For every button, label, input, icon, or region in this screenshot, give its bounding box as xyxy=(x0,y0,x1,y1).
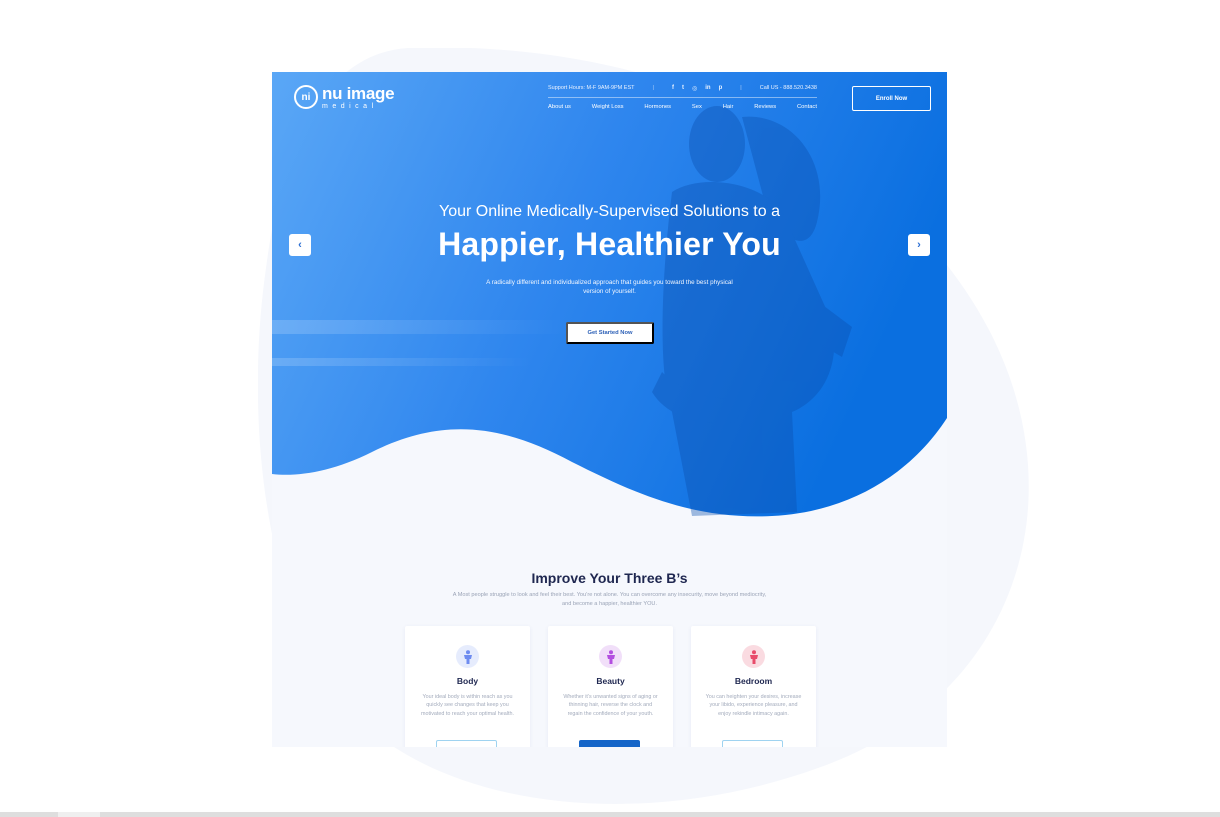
divider: | xyxy=(652,85,654,91)
nav-item-sex[interactable]: Sex xyxy=(692,104,702,110)
card-body: Body Your ideal body is within reach as … xyxy=(405,626,530,747)
person-icon xyxy=(599,645,622,668)
nav-item-weight-loss[interactable]: Weight Loss xyxy=(592,104,624,110)
card-title: Body xyxy=(456,676,479,686)
card-button[interactable] xyxy=(436,740,497,747)
hero-description: A radically different and individualized… xyxy=(486,279,733,295)
hero-section: ni nu image medical Support Hours: M-F 9… xyxy=(272,72,947,532)
instagram-icon[interactable]: ◎ xyxy=(692,85,697,92)
nav-item-about[interactable]: About us xyxy=(548,104,571,110)
horizontal-scrollbar-track[interactable] xyxy=(0,812,1220,817)
horizontal-scrollbar-thumb[interactable] xyxy=(58,812,100,817)
main-nav: About us Weight Loss Hormones Sex Hair R… xyxy=(548,104,817,110)
enroll-button[interactable]: Enroll Now xyxy=(852,86,931,111)
hero-subtitle: Your Online Medically-Supervised Solutio… xyxy=(439,203,780,220)
site-logo[interactable]: ni nu image medical xyxy=(294,82,395,112)
get-started-button[interactable]: Get Started Now xyxy=(566,322,654,344)
divider: | xyxy=(740,85,742,91)
utility-bar: Support Hours: M-F 9AM-9PM EST | f t ◎ i… xyxy=(548,82,817,94)
card-text: Your ideal body is within reach as you q… xyxy=(421,694,514,717)
logo-subtitle: medical xyxy=(322,102,378,110)
linkedin-icon[interactable]: in xyxy=(705,85,710,92)
nav-item-contact[interactable]: Contact xyxy=(797,104,817,110)
nav-item-hormones[interactable]: Hormones xyxy=(644,104,671,110)
utility-divider-line xyxy=(548,97,817,98)
facebook-icon[interactable]: f xyxy=(672,85,674,92)
card-bedroom: Bedroom You can heighten your desires, i… xyxy=(691,626,816,747)
card-text: Whether it’s unwanted signs of aging or … xyxy=(563,694,658,717)
nav-item-hair[interactable]: Hair xyxy=(723,104,734,110)
logo-name: nu image xyxy=(322,83,395,103)
screenshot-stage: ni nu image medical Support Hours: M-F 9… xyxy=(0,0,1220,817)
card-button[interactable] xyxy=(579,740,640,747)
hero-background xyxy=(272,72,947,517)
card-title: Beauty xyxy=(596,676,625,686)
logo-mark: ni xyxy=(294,85,318,109)
section-description: A Most people struggle to look and feel … xyxy=(452,592,767,607)
support-hours: Support Hours: M-F 9AM-9PM EST xyxy=(548,85,635,91)
section-title: Improve Your Three B’s xyxy=(531,570,688,586)
card-title: Bedroom xyxy=(734,676,773,686)
hero-title: Happier, Healthier You xyxy=(438,226,781,262)
call-link[interactable]: Call US - 888.520.3438 xyxy=(760,85,817,91)
person-icon xyxy=(742,645,765,668)
person-icon xyxy=(456,645,479,668)
card-button[interactable] xyxy=(722,740,783,747)
card-text: You can heighten your desires, increase … xyxy=(705,694,802,717)
social-links: f t ◎ in p xyxy=(672,85,722,92)
pinterest-icon[interactable]: p xyxy=(719,85,723,92)
nav-item-reviews[interactable]: Reviews xyxy=(754,104,776,110)
twitter-icon[interactable]: t xyxy=(682,85,684,92)
card-beauty: Beauty Whether it’s unwanted signs of ag… xyxy=(548,626,673,747)
website-screenshot: ni nu image medical Support Hours: M-F 9… xyxy=(272,72,947,747)
